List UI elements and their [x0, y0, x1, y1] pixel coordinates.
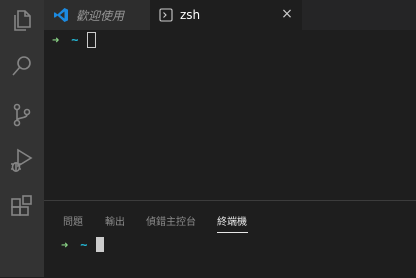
search-icon[interactable]	[0, 46, 44, 86]
prompt-arrow: ➜	[61, 237, 69, 252]
prompt-directory: ~	[71, 33, 79, 47]
panel-tab-terminal[interactable]: 終端機	[217, 213, 247, 228]
files-icon[interactable]	[0, 0, 44, 40]
editor-terminal[interactable]: ➜ ~	[44, 30, 416, 200]
terminal-icon	[159, 8, 173, 22]
close-tab-button[interactable]: ×	[280, 6, 294, 22]
terminal-prompt: ➜ ~	[52, 32, 97, 48]
terminal-cursor	[96, 237, 105, 252]
panel-tab-problems[interactable]: 問題	[63, 213, 83, 228]
extensions-icon[interactable]	[0, 187, 44, 227]
close-icon: ×	[281, 6, 293, 22]
active-tab-indicator	[217, 232, 248, 233]
tab-welcome[interactable]: 歡迎使用	[44, 0, 150, 30]
panel-tab-debug-console[interactable]: 偵錯主控台	[146, 213, 196, 228]
vscode-logo-icon	[53, 7, 69, 23]
panel-terminal-prompt[interactable]: ➜ ~	[61, 237, 105, 252]
panel-tab-output[interactable]: 輸出	[105, 213, 125, 228]
source-control-icon[interactable]	[0, 95, 44, 135]
tab-welcome-label: 歡迎使用	[76, 8, 125, 23]
activity-bar	[0, 0, 44, 277]
prompt-arrow: ➜	[52, 33, 60, 47]
bottom-panel: 問題 輸出 偵錯主控台 終端機 ➜ ~	[44, 200, 416, 278]
tab-zsh-label: zsh	[180, 8, 201, 22]
tab-zsh[interactable]: zsh ×	[150, 0, 302, 30]
editor-tab-bar: 歡迎使用 zsh ×	[44, 0, 416, 30]
terminal-cursor	[87, 32, 97, 48]
run-debug-icon[interactable]	[0, 140, 44, 180]
prompt-directory: ~	[80, 237, 88, 252]
